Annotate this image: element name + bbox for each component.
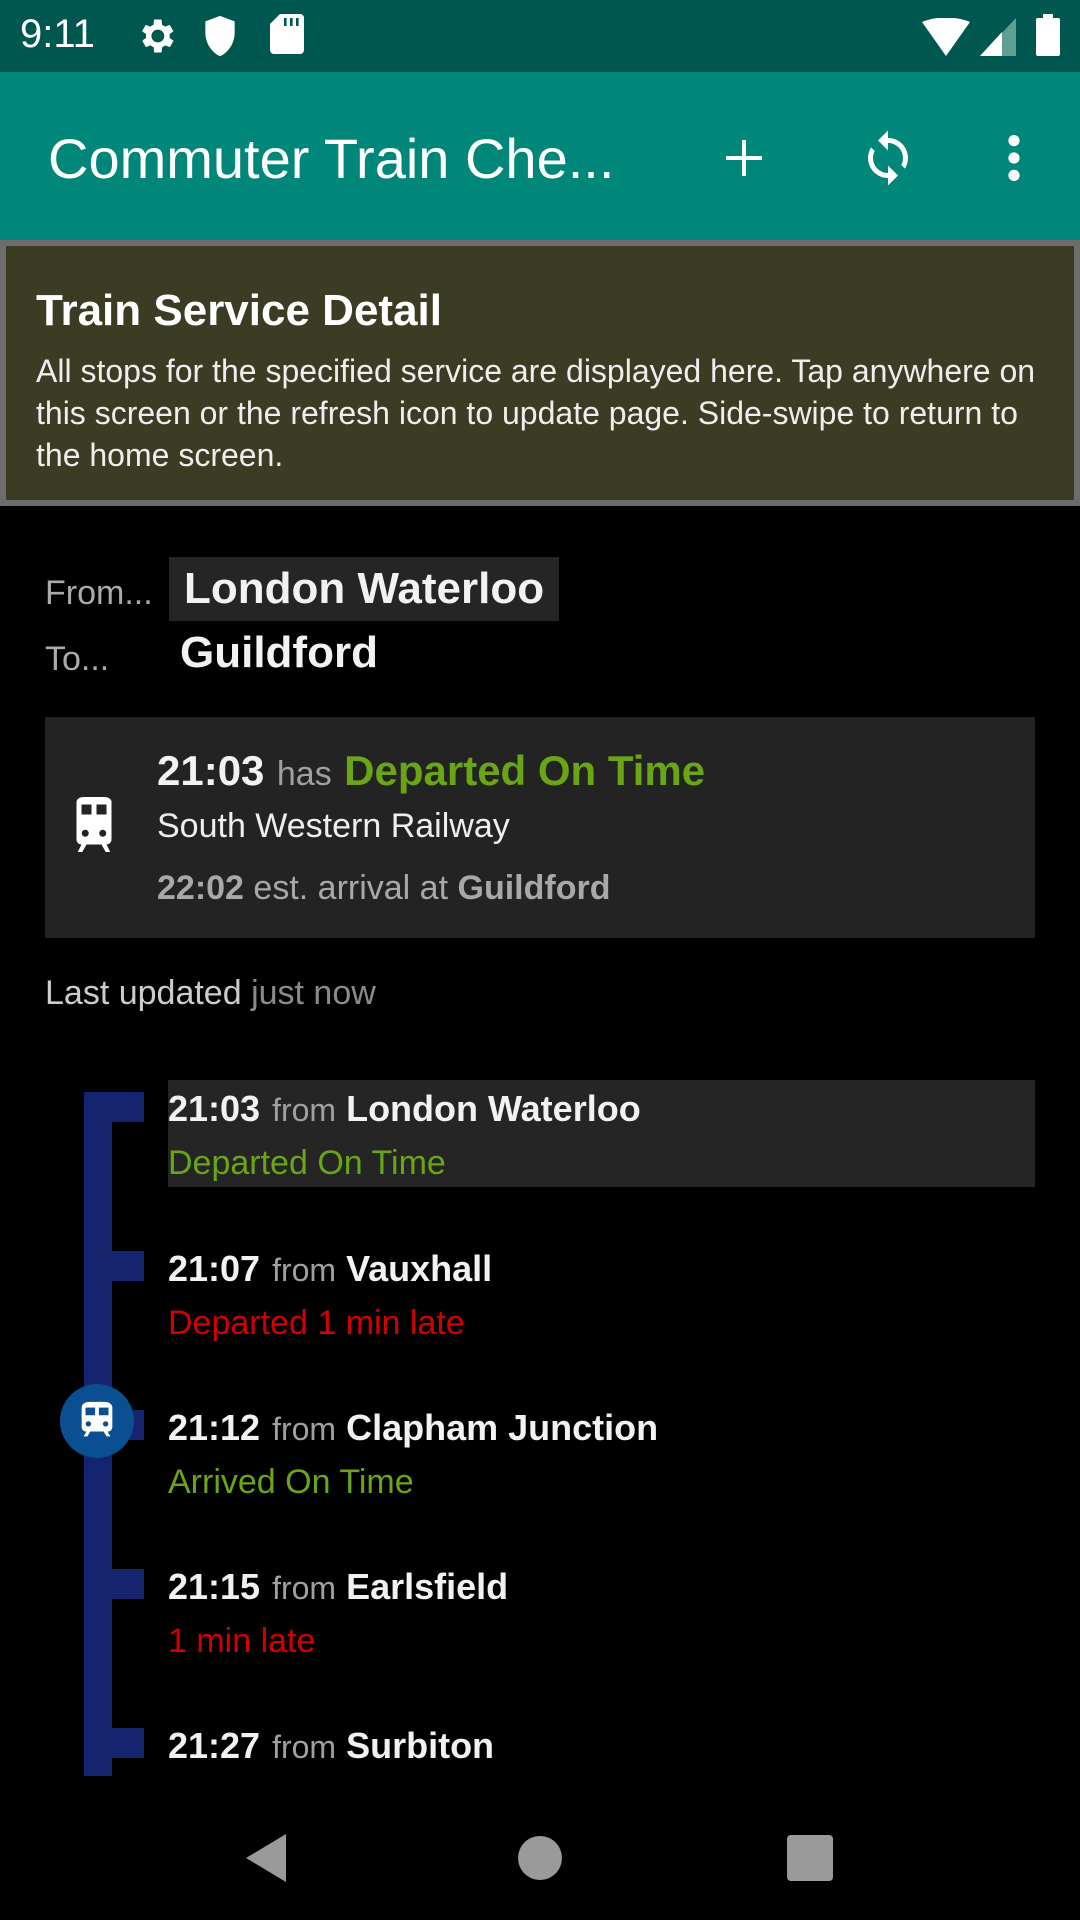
service-time: 21:03 — [157, 747, 265, 794]
from-station[interactable]: London Waterloo — [169, 557, 560, 621]
refresh-button[interactable] — [852, 122, 924, 194]
stop-from: from — [272, 1092, 337, 1128]
add-button[interactable] — [708, 122, 780, 194]
timeline-tick — [84, 1251, 144, 1281]
train-icon — [81, 1401, 113, 1437]
stop-station: London Waterloo — [346, 1088, 641, 1129]
stop-from: from — [272, 1252, 337, 1288]
stop-item[interactable]: 21:07 from Vauxhall Departed 1 min late — [168, 1248, 492, 1343]
last-updated: Last updated just now — [45, 974, 376, 1013]
stop-item[interactable]: 21:27 from Surbiton — [168, 1725, 494, 1767]
stop-time: 21:15 — [168, 1566, 261, 1607]
back-icon — [246, 1834, 286, 1882]
stop-item[interactable]: 21:15 from Earlsfield 1 min late — [168, 1566, 508, 1661]
service-arrival-line: 22:02 est. arrival at Guildford — [157, 869, 610, 908]
status-time: 9:11 — [20, 12, 95, 56]
stop-status: Departed 1 min late — [168, 1304, 465, 1342]
train-icon — [76, 797, 112, 852]
service-card[interactable]: 21:03 has Departed On Time South Western… — [45, 717, 1035, 938]
info-panel: Train Service Detail All stops for the s… — [0, 240, 1080, 506]
from-label: From... — [45, 574, 153, 612]
last-updated-value: just now — [251, 974, 376, 1012]
timeline-tick — [84, 1569, 144, 1599]
home-icon — [518, 1836, 562, 1880]
service-operator: South Western Railway — [157, 807, 510, 845]
stop-item[interactable]: 21:12 from Clapham Junction Arrived On Tim… — [168, 1407, 658, 1502]
timeline-tick — [84, 1092, 144, 1122]
arrival-text: est. arrival at — [253, 869, 449, 907]
info-body: All stops for the specified service are … — [36, 353, 1036, 473]
stop-item[interactable]: 21:03 from London Waterloo Departed On Tim… — [168, 1080, 1035, 1187]
app-title: Commuter Train Che... — [48, 127, 615, 190]
last-updated-label: Last updated — [45, 974, 242, 1012]
stop-status: 1 min late — [168, 1622, 316, 1660]
info-title: Train Service Detail — [36, 286, 442, 335]
arrival-station: Guildford — [457, 869, 611, 907]
navigation-bar — [0, 1786, 1080, 1920]
stop-station: Earlsfield — [346, 1566, 509, 1607]
service-status: Departed On Time — [344, 747, 706, 794]
stop-station: Clapham Junction — [346, 1407, 659, 1448]
stop-station: Surbiton — [346, 1725, 495, 1766]
stop-status: Departed On Time — [168, 1144, 446, 1182]
app-bar: Commuter Train Che... — [0, 72, 1080, 240]
to-label: To... — [45, 640, 110, 678]
shield-icon — [205, 15, 235, 57]
stop-from: from — [272, 1570, 337, 1606]
service-has: has — [276, 755, 332, 793]
arrival-time: 22:02 — [157, 869, 244, 907]
stop-time: 21:27 — [168, 1725, 261, 1766]
current-train-marker — [60, 1384, 134, 1458]
signal-icon — [980, 18, 1016, 56]
stop-from: from — [272, 1411, 337, 1447]
stop-status: Arrived On Time — [168, 1463, 414, 1501]
nav-back-button[interactable] — [232, 1822, 304, 1894]
add-icon — [726, 140, 762, 176]
timeline-tick — [84, 1728, 144, 1758]
sd-card-icon — [270, 14, 304, 54]
nav-recents-button[interactable] — [774, 1822, 846, 1894]
refresh-icon — [868, 130, 908, 186]
wifi-icon — [922, 18, 970, 56]
more-vert-icon — [1008, 135, 1020, 181]
nav-home-button[interactable] — [504, 1822, 576, 1894]
service-status-line: 21:03 has Departed On Time — [157, 747, 705, 795]
status-bar: 9:11 — [0, 0, 1080, 72]
to-station[interactable]: Guildford — [180, 628, 378, 678]
stop-time: 21:07 — [168, 1248, 261, 1289]
stop-time: 21:12 — [168, 1407, 261, 1448]
more-options-button[interactable] — [978, 122, 1050, 194]
recents-icon — [787, 1835, 833, 1881]
stop-from: from — [272, 1729, 337, 1765]
battery-icon — [1036, 14, 1060, 56]
gear-icon — [142, 19, 174, 53]
stop-time: 21:03 — [168, 1088, 261, 1129]
stop-station: Vauxhall — [346, 1248, 493, 1289]
